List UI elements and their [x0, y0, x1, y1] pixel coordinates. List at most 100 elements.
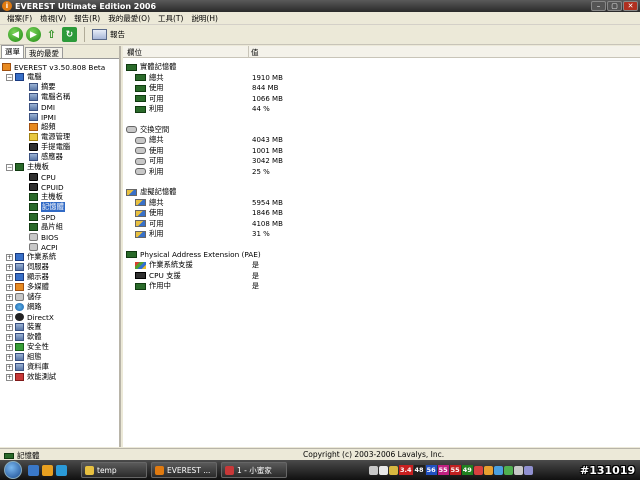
tree-node[interactable]: + 組態: [6, 352, 42, 362]
expand-icon[interactable]: +: [6, 343, 13, 351]
minimize-button[interactable]: –: [591, 1, 606, 11]
tree-node[interactable]: + 儲存: [6, 292, 42, 302]
section-header[interactable]: 虛擬記憶體: [126, 187, 176, 197]
tray-icon[interactable]: [473, 465, 483, 475]
tray-icon[interactable]: [389, 465, 398, 475]
detail-row[interactable]: 總共: [135, 73, 164, 83]
tree-node[interactable]: EVEREST v3.50.808 Beta: [2, 62, 105, 72]
tray-badge[interactable]: 55: [437, 465, 449, 475]
tray-icon[interactable]: [513, 465, 523, 475]
tree-node[interactable]: 電源管理: [20, 132, 70, 142]
expand-icon[interactable]: +: [6, 253, 13, 261]
tray-badge[interactable]: 56: [425, 465, 437, 475]
detail-row[interactable]: 總共: [135, 198, 164, 208]
collapse-icon[interactable]: −: [6, 163, 13, 171]
menu-view[interactable]: 檢視(V): [36, 13, 70, 24]
tree-node[interactable]: 主機板: [20, 192, 63, 202]
expand-icon[interactable]: +: [6, 333, 13, 341]
detail-row[interactable]: 使用: [135, 146, 164, 156]
tab-favorites[interactable]: 我的最愛: [25, 47, 63, 58]
expand-icon[interactable]: +: [6, 373, 13, 381]
tray-badge[interactable]: 55: [449, 465, 461, 475]
browser-icon[interactable]: [56, 464, 67, 476]
tree-node[interactable]: BIOS: [20, 232, 59, 242]
tree-node[interactable]: CPU: [20, 172, 56, 182]
tree-node[interactable]: 摘要: [20, 82, 56, 92]
tray-icon[interactable]: [523, 465, 533, 475]
detail-row[interactable]: 可用: [135, 219, 164, 229]
close-button[interactable]: ✕: [623, 1, 638, 11]
tree-node[interactable]: SPD: [20, 212, 56, 222]
back-arrow-icon[interactable]: ◀: [8, 27, 23, 42]
tree-node[interactable]: 超頻: [20, 122, 56, 132]
tree-node[interactable]: 電腦名稱: [20, 92, 70, 102]
report-button[interactable]: 報告: [92, 29, 125, 40]
section-header[interactable]: 交換空間: [126, 125, 169, 135]
tray-badge[interactable]: 49: [461, 465, 473, 475]
menu-help[interactable]: 說明(H): [187, 13, 222, 24]
detail-row[interactable]: 利用: [135, 229, 164, 239]
tree-node[interactable]: ACPI: [20, 242, 58, 252]
expand-icon[interactable]: +: [6, 263, 13, 271]
detail-row[interactable]: 利用: [135, 104, 164, 114]
expand-icon[interactable]: +: [6, 313, 13, 321]
tray-badge[interactable]: 48: [413, 465, 425, 475]
tray-icon[interactable]: [493, 465, 503, 475]
tree-node[interactable]: 記憶體: [20, 202, 65, 212]
tree-node[interactable]: 晶片組: [20, 222, 63, 232]
tree-node[interactable]: + 顯示器: [6, 272, 49, 282]
detail-row[interactable]: 使用: [135, 208, 164, 218]
tree-node[interactable]: − 電腦: [6, 72, 42, 82]
tree-node[interactable]: + 軟體: [6, 332, 42, 342]
tree-node[interactable]: + 資料庫: [6, 362, 49, 372]
menu-tools[interactable]: 工具(T): [154, 13, 187, 24]
task-third[interactable]: 1 - 小蜜家: [221, 462, 287, 478]
tray-icon[interactable]: [483, 465, 493, 475]
section-header[interactable]: Physical Address Extension (PAE): [126, 250, 261, 260]
tree-node[interactable]: + 安全性: [6, 342, 49, 352]
tray-icon[interactable]: [379, 465, 388, 475]
menu-report[interactable]: 報告(R): [70, 13, 104, 24]
menu-file[interactable]: 檔案(F): [3, 13, 36, 24]
folder-icon[interactable]: [42, 464, 53, 476]
tree-node[interactable]: + 網路: [6, 302, 42, 312]
tree-node[interactable]: 手提電腦: [20, 142, 70, 152]
start-button[interactable]: [4, 461, 22, 479]
task-everest[interactable]: EVEREST ...: [151, 462, 217, 478]
expand-icon[interactable]: +: [6, 283, 13, 291]
expand-icon[interactable]: +: [6, 293, 13, 301]
detail-row[interactable]: 可用: [135, 94, 164, 104]
expand-icon[interactable]: +: [6, 323, 13, 331]
tree-node[interactable]: + 作業系統: [6, 252, 56, 262]
detail-row[interactable]: 作用中: [135, 281, 171, 291]
expand-icon[interactable]: +: [6, 353, 13, 361]
column-field[interactable]: 欄位: [127, 47, 142, 58]
tray-icon[interactable]: [503, 465, 513, 475]
detail-row[interactable]: 總共: [135, 135, 164, 145]
forward-arrow-icon[interactable]: ▶: [26, 27, 41, 42]
tree-node[interactable]: DMI: [20, 102, 55, 112]
expand-icon[interactable]: +: [6, 363, 13, 371]
column-divider[interactable]: [248, 46, 249, 58]
refresh-icon[interactable]: ↻: [62, 27, 77, 42]
tree-node[interactable]: + 多媒體: [6, 282, 49, 292]
tree-node[interactable]: 感應器: [20, 152, 63, 162]
task-temp[interactable]: temp: [81, 462, 147, 478]
column-value[interactable]: 值: [251, 47, 259, 58]
tree-node[interactable]: + 伺服器: [6, 262, 49, 272]
detail-row[interactable]: 利用: [135, 167, 164, 177]
maximize-button[interactable]: ▢: [607, 1, 622, 11]
section-header[interactable]: 實體記憶體: [126, 62, 176, 72]
tab-menu[interactable]: 選單: [1, 45, 24, 58]
detail-row[interactable]: CPU 支援: [135, 271, 181, 281]
expand-icon[interactable]: +: [6, 303, 13, 311]
tree-node[interactable]: IPMI: [20, 112, 56, 122]
detail-row[interactable]: 使用: [135, 83, 164, 93]
tree-node[interactable]: − 主機板: [6, 162, 49, 172]
tree-node[interactable]: + DirectX: [6, 312, 54, 322]
tree-node[interactable]: + 效能測試: [6, 372, 56, 382]
menu-favorites[interactable]: 我的最愛(O): [104, 13, 154, 24]
detail-row[interactable]: 作業系統支援: [135, 260, 193, 270]
collapse-icon[interactable]: −: [6, 73, 13, 81]
tree-node[interactable]: CPUID: [20, 182, 64, 192]
